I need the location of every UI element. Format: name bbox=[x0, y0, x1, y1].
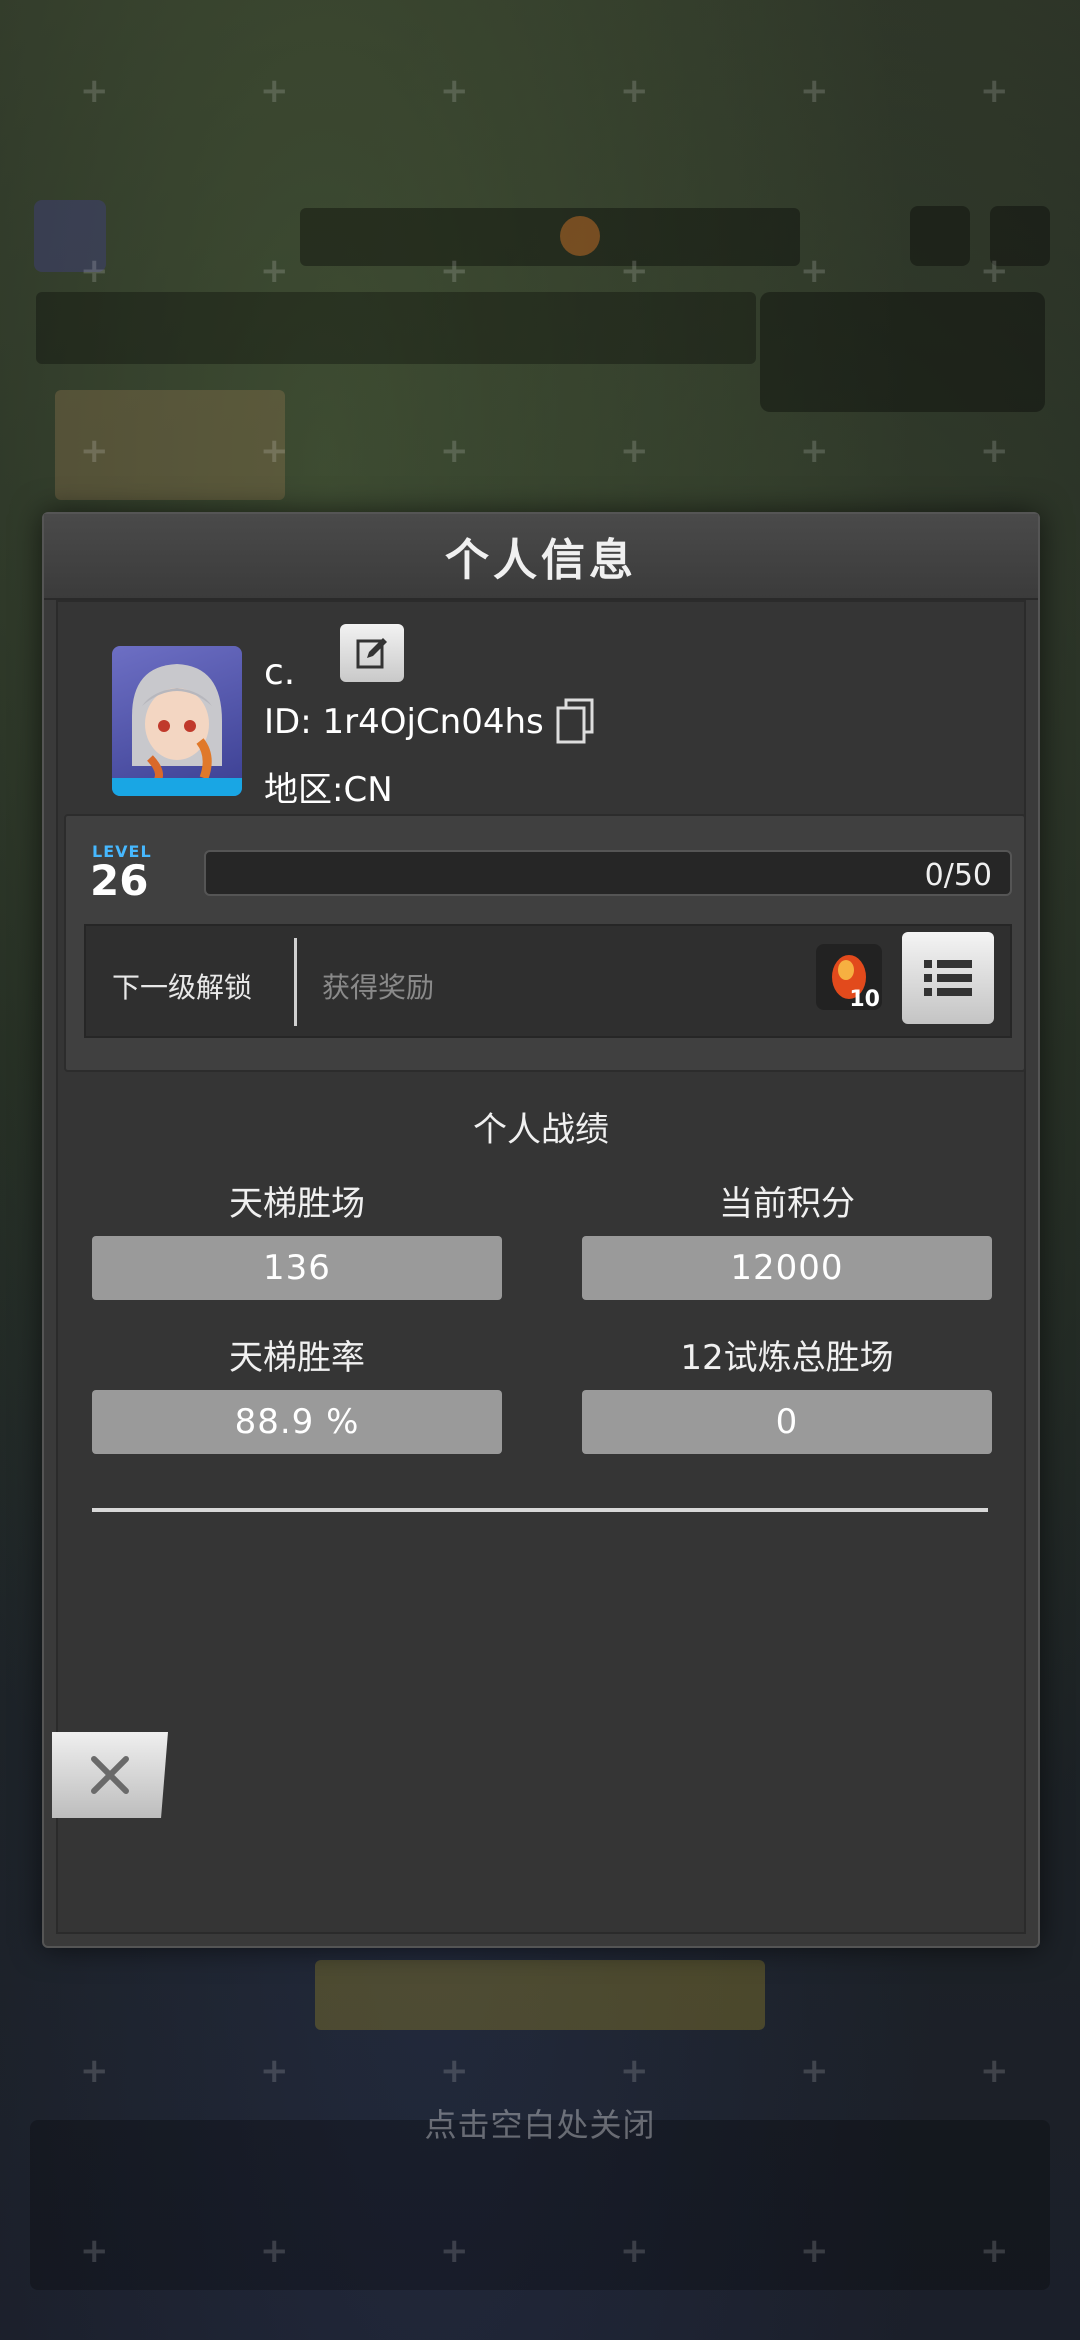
background-plus-mark: + bbox=[260, 2051, 289, 2091]
copy-id-icon[interactable] bbox=[554, 696, 598, 746]
background-plus-mark: + bbox=[80, 2231, 109, 2271]
background-plus-mark: + bbox=[980, 431, 1009, 471]
background-plus-mark: + bbox=[440, 431, 469, 471]
background-plus-mark: + bbox=[800, 431, 829, 471]
background-plus-mark: + bbox=[980, 251, 1009, 291]
dialog-header: 个人信息 bbox=[44, 514, 1038, 600]
background-plus-mark: + bbox=[980, 2051, 1009, 2091]
background-mail-icon bbox=[910, 206, 970, 266]
player-id: ID: 1r4OjCn04hs bbox=[264, 702, 544, 742]
background-plus-mark: + bbox=[800, 71, 829, 111]
stats-divider bbox=[92, 1508, 988, 1512]
background-plus-mark: + bbox=[980, 71, 1009, 111]
dialog-title: 个人信息 bbox=[445, 535, 637, 586]
background-plus-mark: + bbox=[620, 2051, 649, 2091]
current-score-label: 当前积分 bbox=[719, 1184, 855, 1224]
background-plus-mark: + bbox=[620, 71, 649, 111]
background-plus-mark: + bbox=[80, 251, 109, 291]
background-notice-bar bbox=[36, 292, 756, 364]
stats-title: 个人战绩 bbox=[473, 1110, 609, 1150]
player-avatar[interactable] bbox=[112, 646, 242, 796]
background-resource-bar bbox=[300, 208, 800, 266]
trial-total-wins-label: 12试炼总胜场 bbox=[680, 1338, 894, 1378]
reward-count: 10 bbox=[849, 987, 880, 1012]
background-banner bbox=[315, 1960, 765, 2030]
edit-icon bbox=[356, 638, 387, 669]
background-top-bar bbox=[30, 200, 1060, 272]
dialog-body: c. ID: 1r4OjCn04hs 地区:CN LEVEL 26 0/50 下… bbox=[52, 600, 1026, 1934]
background-plus-mark: + bbox=[980, 2231, 1009, 2271]
background-plus-mark: + bbox=[440, 71, 469, 111]
background-plus-mark: + bbox=[260, 71, 289, 111]
background-plus-mark: + bbox=[620, 251, 649, 291]
reward-item[interactable]: 10 bbox=[816, 944, 882, 1012]
list-icon bbox=[924, 960, 972, 996]
close-button[interactable] bbox=[52, 1732, 168, 1818]
ladder-winrate-value: 88.9 % bbox=[92, 1390, 502, 1454]
background-plus-mark: + bbox=[620, 431, 649, 471]
unlock-divider bbox=[294, 938, 297, 1026]
background-plus-mark: + bbox=[440, 2051, 469, 2091]
level-number: 26 bbox=[90, 856, 149, 905]
background-plus-mark: + bbox=[620, 2231, 649, 2271]
background-plus-mark: + bbox=[260, 431, 289, 471]
tap-outside-to-close-hint: 点击空白处关闭 bbox=[424, 2106, 656, 2144]
avatar-portrait-icon bbox=[132, 664, 222, 790]
background-plus-mark: + bbox=[800, 2231, 829, 2271]
background-plus-mark: + bbox=[260, 251, 289, 291]
background-settings-panel bbox=[760, 292, 1045, 412]
background-plus-mark: + bbox=[800, 2051, 829, 2091]
xp-progress-bar: 0/50 bbox=[204, 850, 1012, 896]
background-plus-mark: + bbox=[80, 431, 109, 471]
edit-name-button[interactable] bbox=[340, 624, 404, 682]
next-level-unlock-row: 下一级解锁 获得奖励 10 bbox=[84, 924, 1012, 1038]
avatar-frame-bar bbox=[112, 778, 242, 796]
close-icon bbox=[91, 1756, 129, 1794]
profile-dialog: 个人信息 c. ID: 1r4OjCn04hs 地区:CN LEVEL 26 0… bbox=[42, 512, 1040, 1948]
current-score-value: 12000 bbox=[582, 1236, 992, 1300]
background-plus-mark: + bbox=[440, 251, 469, 291]
background-plus-mark: + bbox=[260, 2231, 289, 2271]
xp-progress-text: 0/50 bbox=[924, 858, 992, 893]
background-plus-mark: + bbox=[800, 251, 829, 291]
next-level-unlock-label: 下一级解锁 bbox=[112, 971, 253, 1004]
level-panel: LEVEL 26 0/50 下一级解锁 获得奖励 10 bbox=[64, 814, 1026, 1072]
ladder-winrate-label: 天梯胜率 bbox=[229, 1338, 365, 1378]
player-region: 地区:CN bbox=[264, 770, 393, 810]
ladder-wins-label: 天梯胜场 bbox=[229, 1184, 365, 1224]
background-plus-mark: + bbox=[80, 71, 109, 111]
ladder-wins-value: 136 bbox=[92, 1236, 502, 1300]
trial-total-wins-value: 0 bbox=[582, 1390, 992, 1454]
reward-label: 获得奖励 bbox=[322, 971, 435, 1004]
background-coin-icon bbox=[560, 216, 600, 256]
player-name: c. bbox=[264, 652, 296, 693]
background-plus-mark: + bbox=[440, 2231, 469, 2271]
reward-list-button[interactable] bbox=[902, 932, 994, 1024]
background-plus-mark: + bbox=[80, 2051, 109, 2091]
